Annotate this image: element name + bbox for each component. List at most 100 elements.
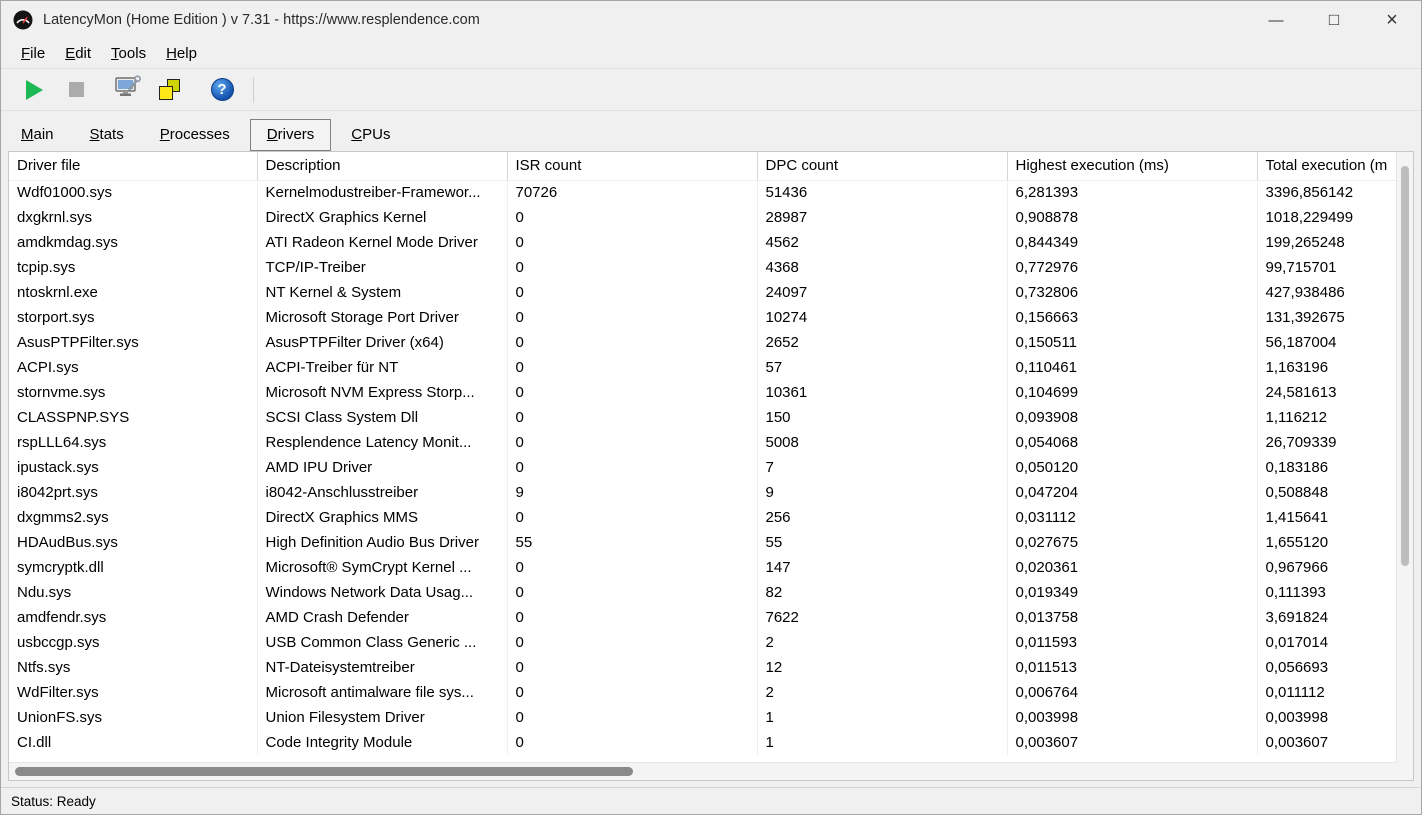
table-cell: 256	[757, 505, 1008, 530]
vertical-scrollbar-thumb[interactable]	[1401, 166, 1409, 566]
table-cell: 0,003998	[1007, 705, 1258, 730]
stop-monitor-button[interactable]	[59, 74, 93, 106]
table-cell: 2	[757, 630, 1008, 655]
table-cell: UnionFS.sys	[9, 705, 258, 730]
table-cell: 0,110461	[1007, 355, 1258, 380]
close-button[interactable]: ×	[1363, 1, 1421, 39]
table-cell: SCSI Class System Dll	[257, 405, 508, 430]
table-row[interactable]: CI.dll Code Integrity Module 0 1 0,003607 0,0…	[9, 730, 1396, 755]
tab-main[interactable]: Main	[5, 120, 70, 150]
table-row[interactable]: ipustack.sys AMD IPU Driver 0 7 0,050120 0,18…	[9, 455, 1396, 480]
horizontal-scrollbar-thumb[interactable]	[15, 767, 633, 776]
table-cell: 70726	[507, 180, 758, 205]
table-row[interactable]: i8042prt.sys i8042-Anschlusstreiber 9 9 0,04…	[9, 480, 1396, 505]
table-cell: 0,156663	[1007, 305, 1258, 330]
table-cell: Wdf01000.sys	[9, 180, 258, 205]
table-cell: 0,031112	[1007, 505, 1258, 530]
table-row[interactable]: storport.sys Microsoft Storage Port Drive…	[9, 305, 1396, 330]
table-row[interactable]: WdFilter.sys Microsoft antimalware file s…	[9, 680, 1396, 705]
help-button[interactable]: ?	[205, 74, 239, 106]
table-cell: 12	[757, 655, 1008, 680]
horizontal-scrollbar[interactable]	[9, 762, 1396, 780]
table-cell: NT-Dateisystemtreiber	[257, 655, 508, 680]
table-cell: 1,163196	[1257, 355, 1396, 380]
table-row[interactable]: Wdf01000.sys Kernelmodustreiber-Framewor.…	[9, 180, 1396, 205]
table-cell: DirectX Graphics Kernel	[257, 205, 508, 230]
minimize-button[interactable]: —	[1247, 1, 1305, 39]
table-cell: tcpip.sys	[9, 255, 258, 280]
tab-stats[interactable]: Stats	[74, 120, 140, 150]
menu-item-help[interactable]: Help	[156, 41, 207, 66]
menu-item-tools[interactable]: Tools	[101, 41, 156, 66]
table-row[interactable]: amdfendr.sys AMD Crash Defender 0 7622 0,013…	[9, 605, 1396, 630]
table-row[interactable]: CLASSPNP.SYS SCSI Class System Dll 0 150 0,0…	[9, 405, 1396, 430]
table-row[interactable]: HDAudBus.sys High Definition Audio Bus Dr…	[9, 530, 1396, 555]
table-row[interactable]: dxgkrnl.sys DirectX Graphics Kernel 0 28987…	[9, 205, 1396, 230]
table-cell: amdfendr.sys	[9, 605, 258, 630]
table-cell: 99,715701	[1257, 255, 1396, 280]
app-icon	[13, 10, 33, 30]
stacked-windows-icon	[158, 78, 182, 101]
column-header[interactable]: Highest execution (ms)	[1007, 152, 1258, 181]
table-cell: stornvme.sys	[9, 380, 258, 405]
table-cell: CI.dll	[9, 730, 258, 755]
table-row[interactable]: usbccgp.sys USB Common Class Generic ... 0…	[9, 630, 1396, 655]
table-cell: 0,732806	[1007, 280, 1258, 305]
table-cell: 82	[757, 580, 1008, 605]
table-cell: 1,415641	[1257, 505, 1396, 530]
table-cell: 4368	[757, 255, 1008, 280]
table-cell: Microsoft® SymCrypt Kernel ...	[257, 555, 508, 580]
table-row[interactable]: tcpip.sys TCP/IP-Treiber 0 4368 0,772976 99,7…	[9, 255, 1396, 280]
table-cell: 1018,229499	[1257, 205, 1396, 230]
table-cell: 55	[507, 530, 758, 555]
table-cell: 0,011112	[1257, 680, 1396, 705]
column-header[interactable]: DPC count	[757, 152, 1008, 181]
table-cell: AsusPTPFilter Driver (x64)	[257, 330, 508, 355]
table-cell: 0,508848	[1257, 480, 1396, 505]
table-cell: storport.sys	[9, 305, 258, 330]
tab-processes[interactable]: Processes	[144, 120, 246, 150]
table-cell: 0	[507, 355, 758, 380]
column-header[interactable]: ISR count	[507, 152, 758, 181]
table-cell: 150	[757, 405, 1008, 430]
maximize-button[interactable]: □	[1305, 1, 1363, 39]
table-row[interactable]: ntoskrnl.exe NT Kernel & System 0 24097 0,73…	[9, 280, 1396, 305]
table-row[interactable]: symcryptk.dll Microsoft® SymCrypt Kernel …	[9, 555, 1396, 580]
table-header-row: Driver file Description ISR count DPC count…	[9, 152, 1396, 181]
table-cell: Microsoft antimalware file sys...	[257, 680, 508, 705]
tools-options-button[interactable]	[111, 74, 145, 106]
column-header[interactable]: Driver file	[9, 152, 258, 181]
table-row[interactable]: rspLLL64.sys Resplendence Latency Monit..…	[9, 430, 1396, 455]
table-cell: AsusPTPFilter.sys	[9, 330, 258, 355]
windows-view-button[interactable]	[153, 74, 187, 106]
table-cell: 0,011513	[1007, 655, 1258, 680]
window-title: LatencyMon (Home Edition ) v 7.31 - http…	[43, 12, 480, 28]
start-monitor-button[interactable]	[17, 74, 51, 106]
menu-item-file[interactable]: File	[11, 41, 55, 66]
table-cell: 57	[757, 355, 1008, 380]
table-row[interactable]: ACPI.sys ACPI-Treiber für NT 0 57 0,110461 1,…	[9, 355, 1396, 380]
table-row[interactable]: stornvme.sys Microsoft NVM Express Storp.…	[9, 380, 1396, 405]
table-row[interactable]: AsusPTPFilter.sys AsusPTPFilter Driver (x…	[9, 330, 1396, 355]
table-cell: 0	[507, 405, 758, 430]
tab-drivers[interactable]: Drivers	[249, 119, 332, 151]
vertical-scrollbar[interactable]	[1396, 152, 1413, 762]
column-header[interactable]: Total execution (m	[1257, 152, 1396, 181]
table-cell: 0,017014	[1257, 630, 1396, 655]
table-cell: 0,183186	[1257, 455, 1396, 480]
table-row[interactable]: Ntfs.sys NT-Dateisystemtreiber 0 12 0,011513…	[9, 655, 1396, 680]
table-row[interactable]: Ndu.sys Windows Network Data Usag... 0 82 0,…	[9, 580, 1396, 605]
table-cell: ipustack.sys	[9, 455, 258, 480]
table-row[interactable]: UnionFS.sys Union Filesystem Driver 0 1 0,00…	[9, 705, 1396, 730]
table-cell: Ndu.sys	[9, 580, 258, 605]
table-row[interactable]: amdkmdag.sys ATI Radeon Kernel Mode Drive…	[9, 230, 1396, 255]
table-cell: 10361	[757, 380, 1008, 405]
play-icon	[25, 79, 43, 100]
table-cell: NT Kernel & System	[257, 280, 508, 305]
table-row[interactable]: dxgmms2.sys DirectX Graphics MMS 0 256 0,031…	[9, 505, 1396, 530]
table-cell: symcryptk.dll	[9, 555, 258, 580]
menu-item-edit[interactable]: Edit	[55, 41, 101, 66]
tab-cpus[interactable]: CPUs	[335, 120, 406, 150]
column-header[interactable]: Description	[257, 152, 508, 181]
toolbar: ?	[1, 69, 1421, 111]
